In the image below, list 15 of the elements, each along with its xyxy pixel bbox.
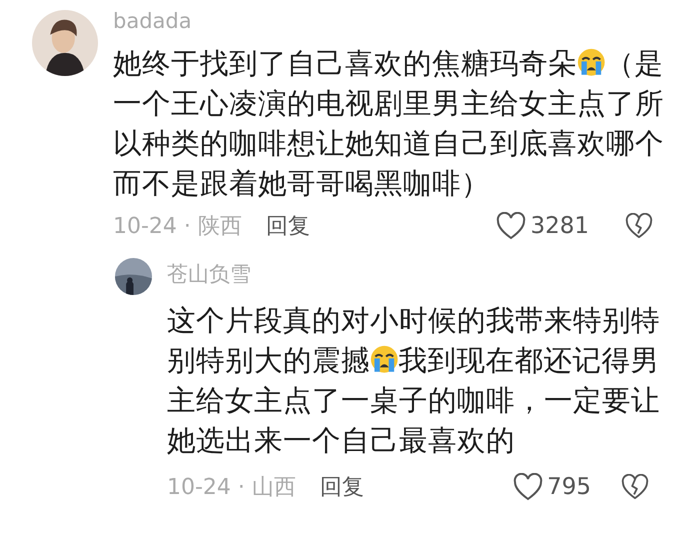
like-button[interactable]: 3281 bbox=[496, 212, 589, 240]
crying-face-icon bbox=[577, 48, 606, 76]
reply-link[interactable]: 回复 bbox=[320, 472, 364, 502]
date-location: 10-24 · 陕西 bbox=[113, 213, 242, 241]
date-location: 10-24 · 山西 bbox=[167, 474, 296, 502]
broken-heart-icon[interactable] bbox=[621, 474, 649, 500]
comment-text: 她终于找到了自己喜欢的焦糖玛奇朵 （是一个王心凌演的电视剧里男主给女主点了所以种类的咖啡想让她知道自己到底喜欢哪个而不是跟着她哥哥喝黑咖啡） bbox=[113, 45, 665, 202]
broken-heart-icon[interactable] bbox=[625, 213, 653, 239]
crying-face-icon bbox=[370, 344, 399, 374]
avatar[interactable] bbox=[115, 258, 152, 295]
comment-text: 这个片段真的对小时候的我带来特别特别特别大的震撼 我到现在都还记得男主给女主点了一桌子的咖啡，一定要让她选出来一个自己最喜欢的 bbox=[167, 302, 661, 459]
reply-link[interactable]: 回复 bbox=[266, 211, 310, 241]
like-button[interactable]: 795 bbox=[513, 473, 591, 501]
heart-icon bbox=[513, 473, 544, 501]
heart-icon bbox=[496, 212, 526, 240]
